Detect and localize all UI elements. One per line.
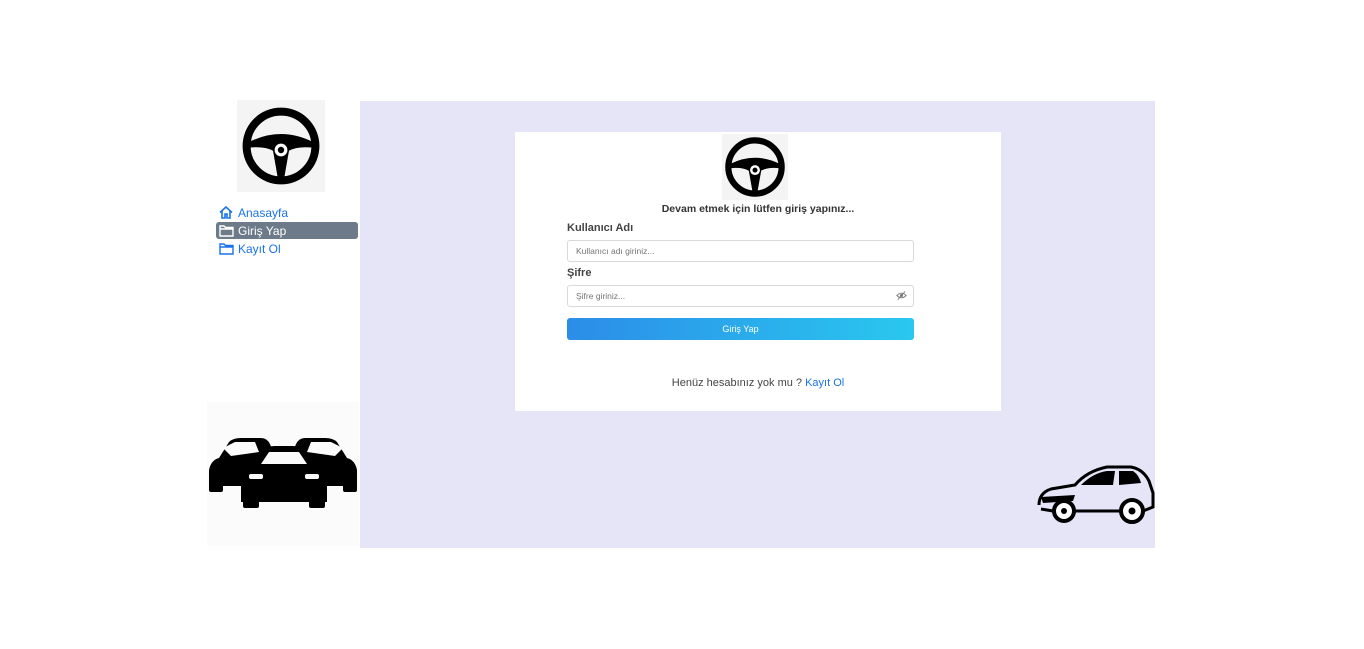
home-icon: [218, 206, 234, 220]
sidebar-item-label: Anasayfa: [238, 205, 289, 220]
sidebar-item-kayit-ol[interactable]: Kayıt Ol: [216, 240, 358, 257]
register-prompt-row: Henüz hesabınız yok mu ? Kayıt Ol: [515, 377, 1001, 389]
cars-group-icon: [209, 438, 357, 508]
sidebar-item-label: Kayıt Ol: [238, 241, 281, 256]
register-prompt: Henüz hesabınız yok mu ?: [671, 377, 803, 389]
login-subtitle: Devam etmek için lütfen giriş yapınız...: [661, 203, 855, 215]
steering-wheel-icon: [242, 107, 320, 185]
password-label: Şifre: [567, 267, 592, 279]
login-card: Devam etmek için lütfen giriş yapınız...…: [515, 132, 1001, 411]
password-input[interactable]: [567, 285, 914, 307]
eye-off-icon[interactable]: [896, 290, 907, 301]
cars-image: [207, 402, 359, 546]
folder-icon: [218, 242, 234, 256]
steering-wheel-icon: [725, 137, 785, 197]
sidebar-item-label: Giriş Yap: [238, 223, 287, 238]
sidebar-nav: Anasayfa Giriş Yap Kayıt Ol: [216, 204, 358, 258]
folder-icon: [218, 224, 234, 238]
suv-icon: [1037, 465, 1155, 524]
sidebar-item-anasayfa[interactable]: Anasayfa: [216, 204, 358, 221]
username-label: Kullanıcı Adı: [567, 222, 634, 234]
sidebar-logo: [237, 100, 325, 192]
username-input[interactable]: [567, 240, 914, 262]
login-button[interactable]: Giriş Yap: [567, 318, 914, 340]
login-logo: [722, 134, 788, 200]
sidebar-item-giris-yap[interactable]: Giriş Yap: [216, 222, 358, 239]
register-link[interactable]: Kayıt Ol: [805, 377, 844, 389]
